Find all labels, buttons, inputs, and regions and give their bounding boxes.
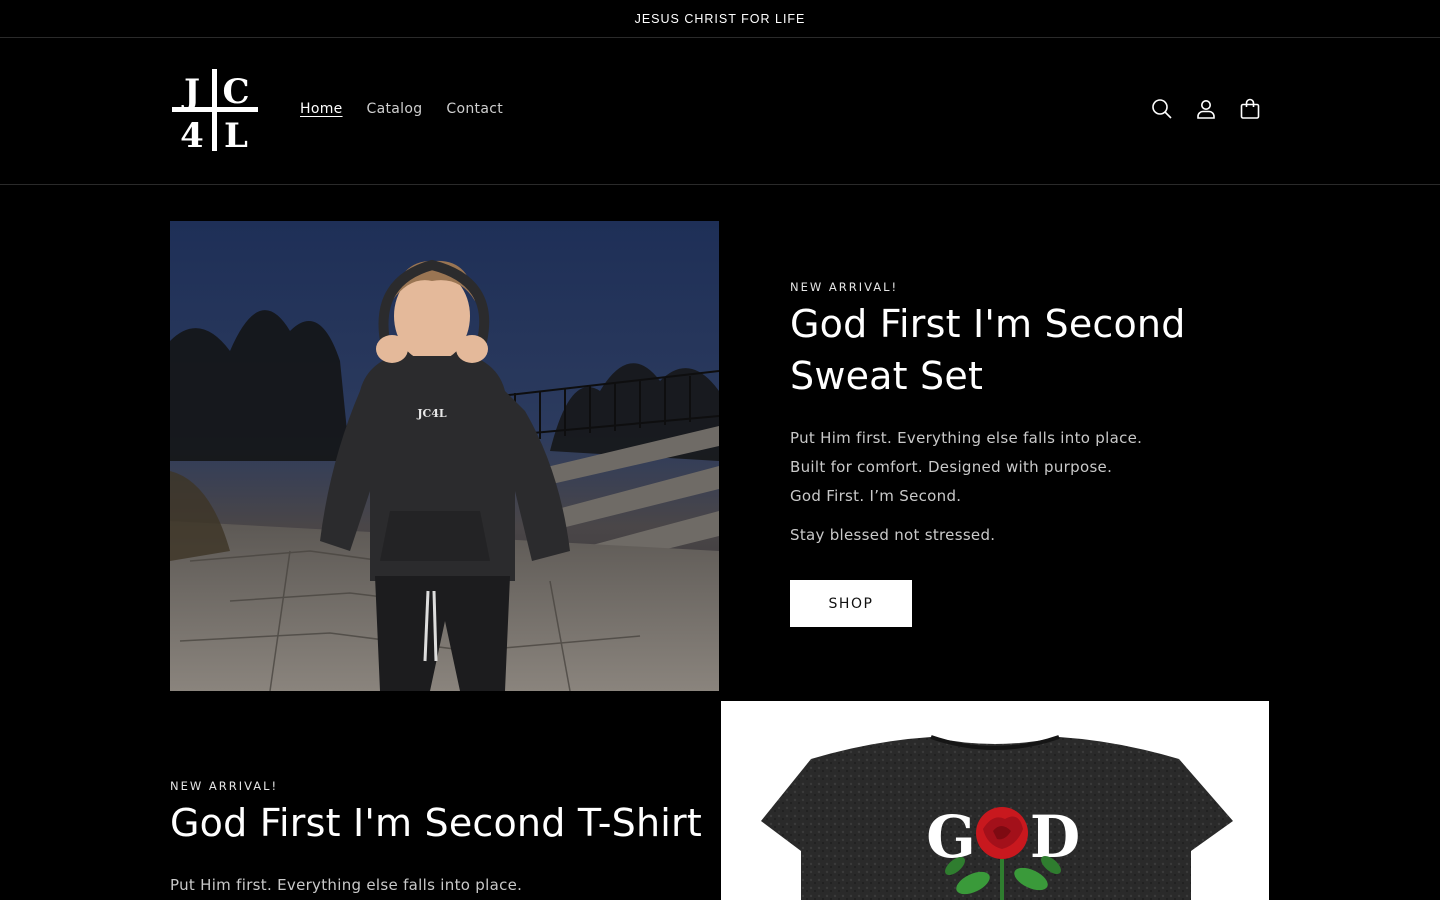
svg-text:J: J <box>181 72 200 112</box>
tshirt-title: God First I'm Second T-Shirt <box>170 801 702 845</box>
sweat-set-line-1: Put Him first. Everything else falls int… <box>790 429 1143 447</box>
cart-icon[interactable] <box>1238 97 1262 121</box>
tshirt-feature: NEW ARRIVAL! God First I'm Second T-Shir… <box>170 779 710 900</box>
announcement-text: JESUS CHRIST FOR LIFE <box>634 11 806 26</box>
nav-catalog[interactable]: Catalog <box>367 101 423 117</box>
sweat-set-image[interactable]: JC4L <box>170 221 719 691</box>
nav-contact[interactable]: Contact <box>446 101 503 117</box>
sweat-set-line-3: God First. I’m Second. <box>790 487 962 505</box>
site-logo[interactable]: J C 4 L <box>170 67 260 153</box>
hoodie-print: JC4L <box>416 407 447 420</box>
nav-home[interactable]: Home <box>300 101 343 117</box>
announcement-bar: JESUS CHRIST FOR LIFE <box>0 0 1440 38</box>
sweat-set-line-2: Built for comfort. Designed with purpose… <box>790 458 1113 476</box>
header-icons <box>1150 97 1262 121</box>
shop-button[interactable]: SHOP <box>790 580 912 627</box>
site-header: J C 4 L Home Catalog Contact <box>0 39 1440 185</box>
sweat-set-eyebrow: NEW ARRIVAL! <box>790 280 899 294</box>
tshirt-line-1: Put Him first. Everything else falls int… <box>170 876 523 894</box>
account-icon[interactable] <box>1194 97 1218 121</box>
sweat-set-tagline: Stay blessed not stressed. <box>790 526 996 544</box>
tshirt-eyebrow: NEW ARRIVAL! <box>170 779 279 793</box>
main-nav: Home Catalog Contact <box>300 101 503 117</box>
sweat-set-title: God First I'm Second Sweat Set <box>790 302 1186 398</box>
svg-text:4: 4 <box>180 116 204 153</box>
tshirt-image[interactable]: G D <box>721 701 1269 900</box>
svg-text:L: L <box>224 116 248 153</box>
sweat-set-feature: NEW ARRIVAL! God First I'm Second Sweat … <box>790 280 1270 627</box>
svg-text:C: C <box>222 72 249 112</box>
tshirt-print-left: G <box>926 803 976 871</box>
search-icon[interactable] <box>1150 97 1174 121</box>
